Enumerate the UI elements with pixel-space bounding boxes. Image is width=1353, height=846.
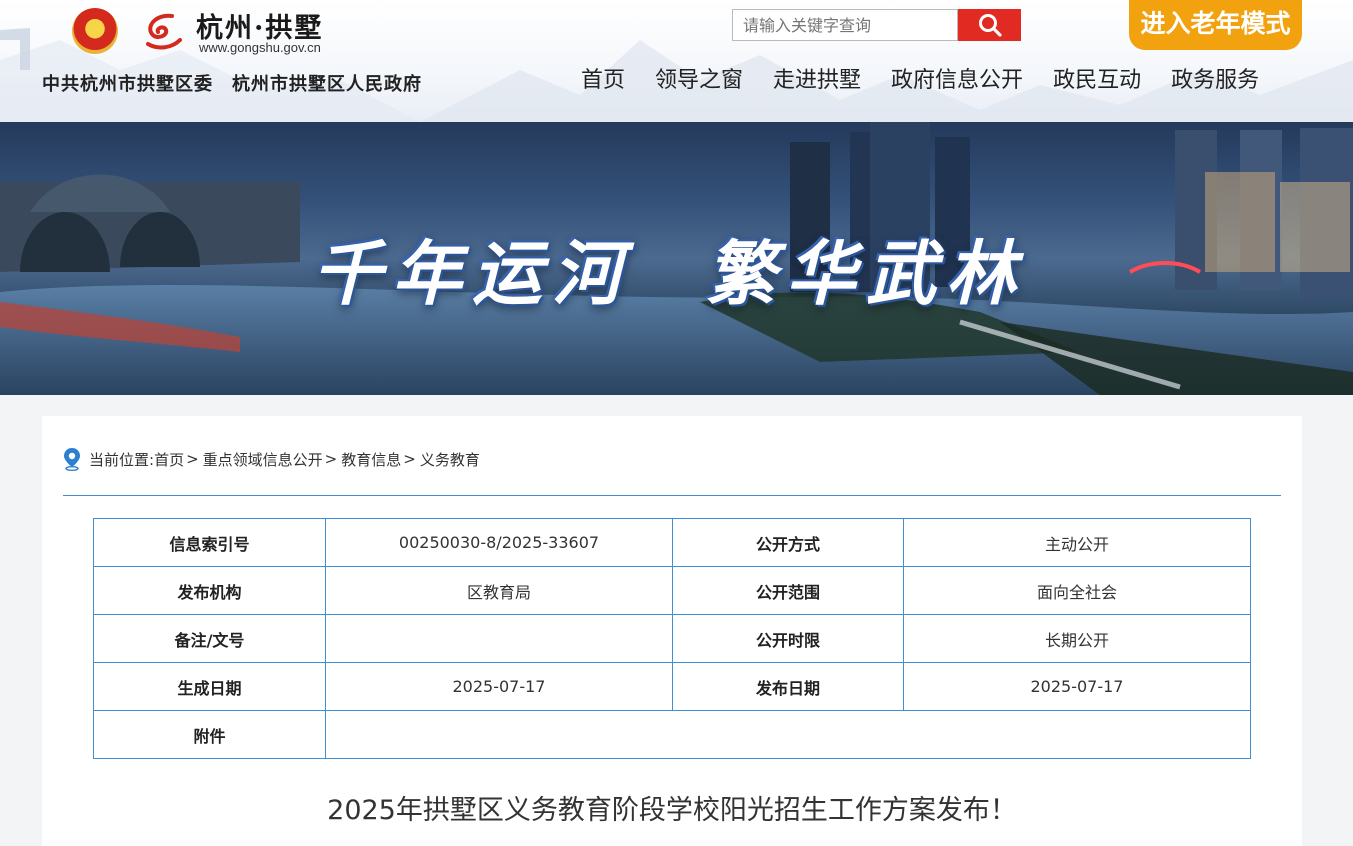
content-panel: 当前位置: 首页 > 重点领域信息公开 > 教育信息 > 义务教育 信息索引号 002… bbox=[42, 416, 1302, 846]
site-logo-url: www.gongshu.gov.cn bbox=[199, 40, 321, 55]
disclosure-period-label: 公开时限 bbox=[672, 614, 904, 663]
elder-mode-button[interactable]: 进入老年模式 bbox=[1129, 0, 1302, 50]
publish-date-label: 发布日期 bbox=[672, 662, 904, 711]
gongshu-logo-icon[interactable] bbox=[142, 10, 184, 52]
hero-banner: 千年运河 繁华武林 bbox=[0, 122, 1353, 395]
nav-item-leaders[interactable]: 领导之窗 bbox=[640, 64, 758, 98]
breadcrumb-divider bbox=[63, 495, 1281, 496]
breadcrumb-item-education[interactable]: 教育信息 bbox=[341, 449, 401, 470]
national-emblem-icon[interactable] bbox=[72, 8, 118, 54]
index-number-label: 信息索引号 bbox=[93, 518, 326, 567]
publisher-value: 区教育局 bbox=[325, 566, 673, 615]
search-icon bbox=[978, 14, 1002, 37]
table-row: 信息索引号 00250030-8/2025-33607 公开方式 主动公开 bbox=[93, 518, 1251, 567]
nav-item-home[interactable]: 首页 bbox=[566, 64, 640, 98]
disclosure-scope-label: 公开范围 bbox=[672, 566, 904, 615]
canal-cityscape-image bbox=[0, 122, 1353, 395]
breadcrumb-separator: > bbox=[186, 450, 199, 468]
site-header: 杭州·拱墅 www.gongshu.gov.cn 中共杭州市拱墅区委 杭州市拱墅… bbox=[0, 0, 1353, 122]
info-metadata-table: 信息索引号 00250030-8/2025-33607 公开方式 主动公开 发布… bbox=[93, 518, 1251, 759]
nav-item-about-gongshu[interactable]: 走进拱墅 bbox=[758, 64, 876, 98]
nav-item-interaction[interactable]: 政民互动 bbox=[1038, 64, 1156, 98]
publisher-label: 发布机构 bbox=[93, 566, 326, 615]
attachment-label: 附件 bbox=[93, 710, 326, 759]
organization-name: 中共杭州市拱墅区委 杭州市拱墅区人民政府 bbox=[42, 74, 422, 95]
main-nav: 首页 领导之窗 走进拱墅 政府信息公开 政民互动 政务服务 bbox=[566, 64, 1274, 98]
table-row: 备注/文号 公开时限 长期公开 bbox=[93, 614, 1251, 663]
article-title: 2025年拱墅区义务教育阶段学校阳光招生工作方案发布！ bbox=[327, 795, 1017, 826]
breadcrumb-item-home[interactable]: 首页 bbox=[154, 449, 184, 470]
breadcrumb-prefix: 当前位置: bbox=[89, 450, 155, 469]
attachment-value bbox=[325, 710, 1251, 759]
breadcrumb-item-compulsory-education[interactable]: 义务教育 bbox=[420, 449, 480, 470]
index-number-value: 00250030-8/2025-33607 bbox=[325, 518, 673, 567]
breadcrumb-separator: > bbox=[324, 450, 338, 468]
remark-doc-number-value bbox=[325, 614, 673, 663]
nav-item-services[interactable]: 政务服务 bbox=[1156, 64, 1274, 98]
created-date-value: 2025-07-17 bbox=[325, 662, 673, 711]
location-pin-icon bbox=[64, 448, 80, 471]
banner-slogan-left: 千年运河 bbox=[312, 232, 632, 315]
publish-date-value: 2025-07-17 bbox=[903, 662, 1251, 711]
disclosure-period-value: 长期公开 bbox=[903, 614, 1251, 663]
table-row: 发布机构 区教育局 公开范围 面向全社会 bbox=[93, 566, 1251, 615]
disclosure-method-value: 主动公开 bbox=[903, 518, 1251, 567]
table-row: 生成日期 2025-07-17 发布日期 2025-07-17 bbox=[93, 662, 1251, 711]
breadcrumb: 当前位置: 首页 > 重点领域信息公开 > 教育信息 > 义务教育 bbox=[62, 446, 480, 472]
remark-doc-number-label: 备注/文号 bbox=[93, 614, 326, 663]
breadcrumb-item-key-areas[interactable]: 重点领域信息公开 bbox=[203, 449, 323, 470]
disclosure-scope-value: 面向全社会 bbox=[903, 566, 1251, 615]
search-button[interactable] bbox=[958, 9, 1021, 41]
breadcrumb-separator: > bbox=[403, 450, 416, 468]
nav-item-gov-info[interactable]: 政府信息公开 bbox=[876, 64, 1038, 98]
created-date-label: 生成日期 bbox=[93, 662, 326, 711]
banner-slogan-right: 繁华武林 bbox=[706, 232, 1026, 315]
disclosure-method-label: 公开方式 bbox=[672, 518, 904, 567]
table-row: 附件 bbox=[93, 710, 1251, 759]
search-input[interactable] bbox=[732, 9, 958, 41]
